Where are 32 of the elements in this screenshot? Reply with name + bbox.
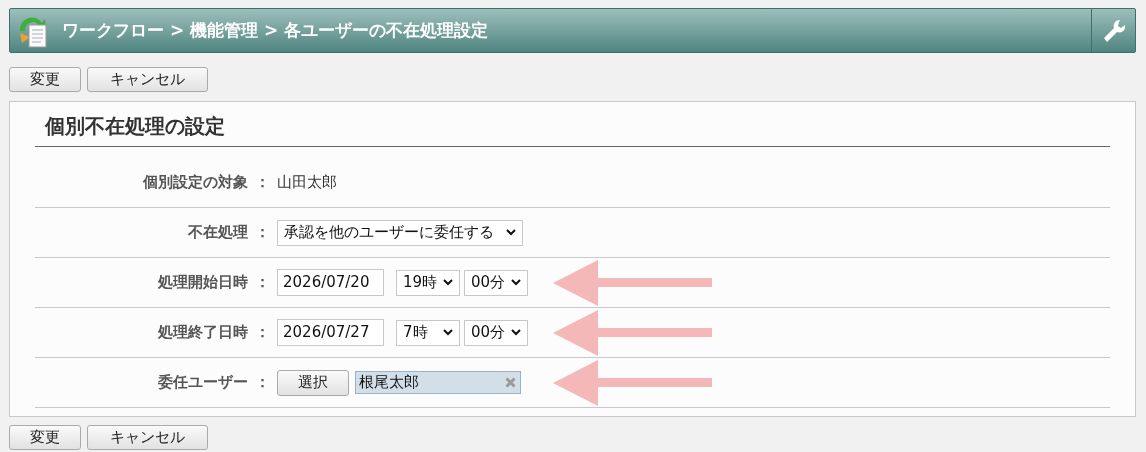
minute-dropdown[interactable]: 00分 (464, 319, 528, 346)
hour-dropdown[interactable]: 7時 (396, 319, 460, 346)
field-value: 山田太郎 (277, 172, 337, 194)
date-field[interactable]: 2026/07/20 (277, 269, 384, 296)
colon: ： (254, 272, 271, 294)
date-field[interactable]: 2026/07/27 (277, 319, 384, 346)
wrench-icon (1101, 17, 1126, 44)
field-label: 不在処理 (187, 222, 248, 244)
cancel-button[interactable]: キャンセル (87, 67, 208, 92)
chevron-down-icon (443, 329, 453, 336)
hour-dropdown[interactable]: 19時 (396, 269, 460, 296)
cancel-button[interactable]: キャンセル (87, 425, 208, 450)
user-name: 根尾太郎 (359, 372, 419, 394)
chevron-down-icon (511, 329, 521, 336)
change-button[interactable]: 変更 (9, 425, 81, 450)
field-label: 委任ユーザー (157, 372, 248, 394)
chevron-down-icon (443, 279, 453, 286)
field-label: 処理開始日時 (157, 272, 248, 294)
field-label: 個別設定の対象 (141, 172, 248, 194)
chevron-down-icon (506, 229, 516, 236)
select-button[interactable]: 選択 (277, 369, 349, 396)
colon: ： (254, 222, 271, 244)
field-label: 処理終了日時 (157, 322, 248, 344)
breadcrumb: ワークフロー > 機能管理 > 各ユーザーの不在処理設定 (62, 18, 489, 42)
dropdown[interactable]: 承認を他のユーザーに委任する (277, 219, 523, 246)
section-title: 個別不在処理の設定 (35, 102, 1110, 147)
colon: ： (254, 372, 271, 394)
colon: ： (254, 322, 271, 344)
chevron-down-icon (511, 279, 521, 286)
colon: ： (254, 172, 271, 194)
minute-dropdown[interactable]: 00分 (464, 269, 528, 296)
change-button[interactable]: 変更 (9, 67, 81, 92)
